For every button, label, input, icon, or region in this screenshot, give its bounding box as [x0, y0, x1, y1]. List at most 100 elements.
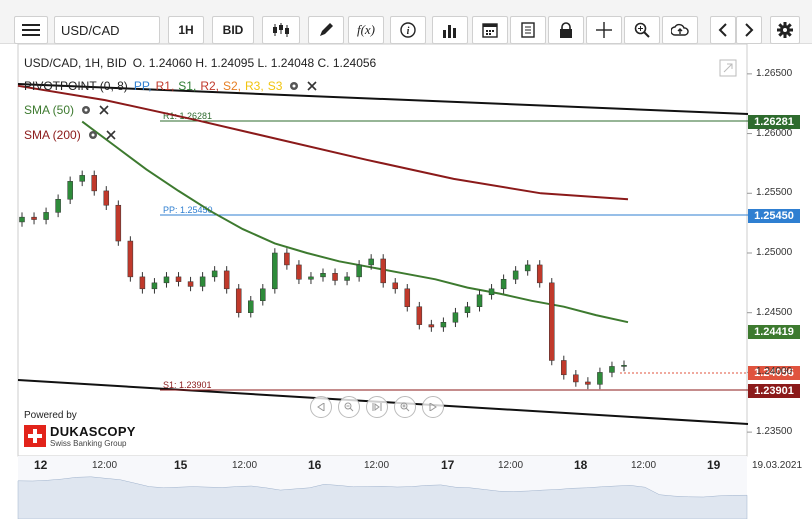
candle[interactable]: [392, 282, 398, 290]
candle[interactable]: [199, 276, 206, 287]
gear-icon[interactable]: [87, 129, 99, 141]
candle[interactable]: [488, 288, 495, 296]
candle[interactable]: [19, 216, 25, 223]
candle[interactable]: [440, 321, 447, 328]
s1-label: S1: 1.23901: [163, 380, 212, 390]
calendar-button[interactable]: [472, 16, 508, 44]
settings-button[interactable]: [770, 16, 800, 44]
candle[interactable]: [585, 381, 591, 385]
close-icon[interactable]: [98, 104, 110, 116]
info-button[interactable]: i: [390, 16, 426, 44]
candle[interactable]: [344, 276, 350, 281]
menu-button[interactable]: [14, 16, 48, 44]
function-button[interactable]: f(x): [348, 16, 384, 44]
date-tick-label: 18: [574, 458, 588, 472]
candle[interactable]: [43, 212, 49, 220]
candle[interactable]: [428, 324, 435, 328]
prev-icon: [718, 23, 727, 37]
date-tick-label: 16: [308, 458, 322, 472]
candle[interactable]: [260, 288, 266, 302]
candle[interactable]: [452, 312, 459, 323]
volume-button[interactable]: [432, 16, 468, 44]
candle[interactable]: [211, 270, 218, 278]
gear-icon[interactable]: [80, 104, 92, 116]
candle[interactable]: [380, 258, 386, 284]
candle[interactable]: [524, 264, 531, 272]
candle-type-button[interactable]: [262, 16, 300, 44]
next-button[interactable]: [736, 16, 762, 44]
candle[interactable]: [621, 364, 627, 367]
candle[interactable]: [91, 175, 97, 192]
pivot-items: PP, R1, S1, R2, S2, R3, S3: [134, 79, 283, 93]
lock-icon: [560, 22, 572, 38]
candle[interactable]: [272, 252, 278, 290]
candle[interactable]: [320, 273, 326, 278]
reset-button[interactable]: [366, 396, 388, 418]
candle[interactable]: [284, 252, 290, 266]
candle[interactable]: [609, 366, 615, 373]
candle[interactable]: [308, 276, 314, 280]
zoom-button[interactable]: [624, 16, 660, 44]
candle[interactable]: [127, 240, 134, 278]
gear-icon: [777, 22, 793, 38]
time-tick-label: 12:00: [232, 460, 258, 471]
svg-text:i: i: [407, 26, 410, 37]
candle[interactable]: [67, 181, 73, 200]
prev-button[interactable]: [710, 16, 736, 44]
timeframe-button[interactable]: 1H: [168, 16, 204, 44]
lock-button[interactable]: [548, 16, 584, 44]
zoom-in-button[interactable]: [394, 396, 416, 418]
swiss-cross-icon: [24, 425, 46, 447]
candle[interactable]: [55, 198, 61, 213]
zoom-out-button[interactable]: [338, 396, 360, 418]
candle[interactable]: [573, 374, 579, 383]
dukascopy-logo[interactable]: DUKASCOPY Swiss Banking Group: [24, 424, 136, 448]
candle[interactable]: [151, 282, 158, 290]
crosshair-button[interactable]: [586, 16, 622, 44]
candle[interactable]: [368, 258, 374, 266]
candle[interactable]: [500, 279, 507, 290]
candle[interactable]: [356, 264, 362, 278]
candle[interactable]: [79, 175, 85, 182]
fullscreen-icon[interactable]: [718, 58, 738, 78]
candle[interactable]: [103, 190, 110, 206]
candle[interactable]: [175, 276, 182, 282]
draw-button[interactable]: [308, 16, 344, 44]
candle[interactable]: [139, 276, 146, 290]
candle[interactable]: [597, 372, 603, 385]
candle[interactable]: [163, 276, 170, 284]
pivot-item: S2,: [223, 79, 242, 93]
candle[interactable]: [223, 270, 230, 290]
candle[interactable]: [464, 306, 471, 313]
scroll-left-button[interactable]: [310, 396, 332, 418]
candle[interactable]: [31, 216, 37, 220]
legend-sma50-row: SMA (50): [24, 103, 110, 117]
candle[interactable]: [296, 264, 302, 280]
close-icon[interactable]: [105, 129, 117, 141]
gear-icon[interactable]: [288, 80, 300, 92]
candle[interactable]: [549, 282, 555, 361]
upload-button[interactable]: [662, 16, 698, 44]
candle[interactable]: [187, 281, 194, 287]
s1-badge: 1.23901: [748, 384, 800, 398]
candle[interactable]: [404, 288, 411, 307]
symbol-select[interactable]: USD/CAD: [54, 16, 160, 44]
candle[interactable]: [536, 264, 543, 284]
next-icon: [745, 23, 754, 37]
candle[interactable]: [512, 270, 519, 280]
candle[interactable]: [115, 204, 122, 242]
candle[interactable]: [416, 306, 423, 325]
triangle-right-icon: [429, 403, 437, 411]
candle[interactable]: [235, 288, 242, 313]
close-icon[interactable]: [306, 80, 318, 92]
candle[interactable]: [476, 294, 483, 307]
chart-area[interactable]: R1: 1.26281 PP: 1.25450 S1: 1.23901 USD/…: [0, 44, 812, 519]
scroll-right-button[interactable]: [422, 396, 444, 418]
r1-label: R1: 1.26281: [163, 111, 212, 121]
date-tick-label: 12: [34, 458, 48, 472]
candle[interactable]: [248, 300, 254, 313]
candle[interactable]: [332, 273, 338, 281]
price-type-button[interactable]: BID: [212, 16, 254, 44]
candle[interactable]: [561, 360, 567, 376]
report-button[interactable]: [510, 16, 546, 44]
